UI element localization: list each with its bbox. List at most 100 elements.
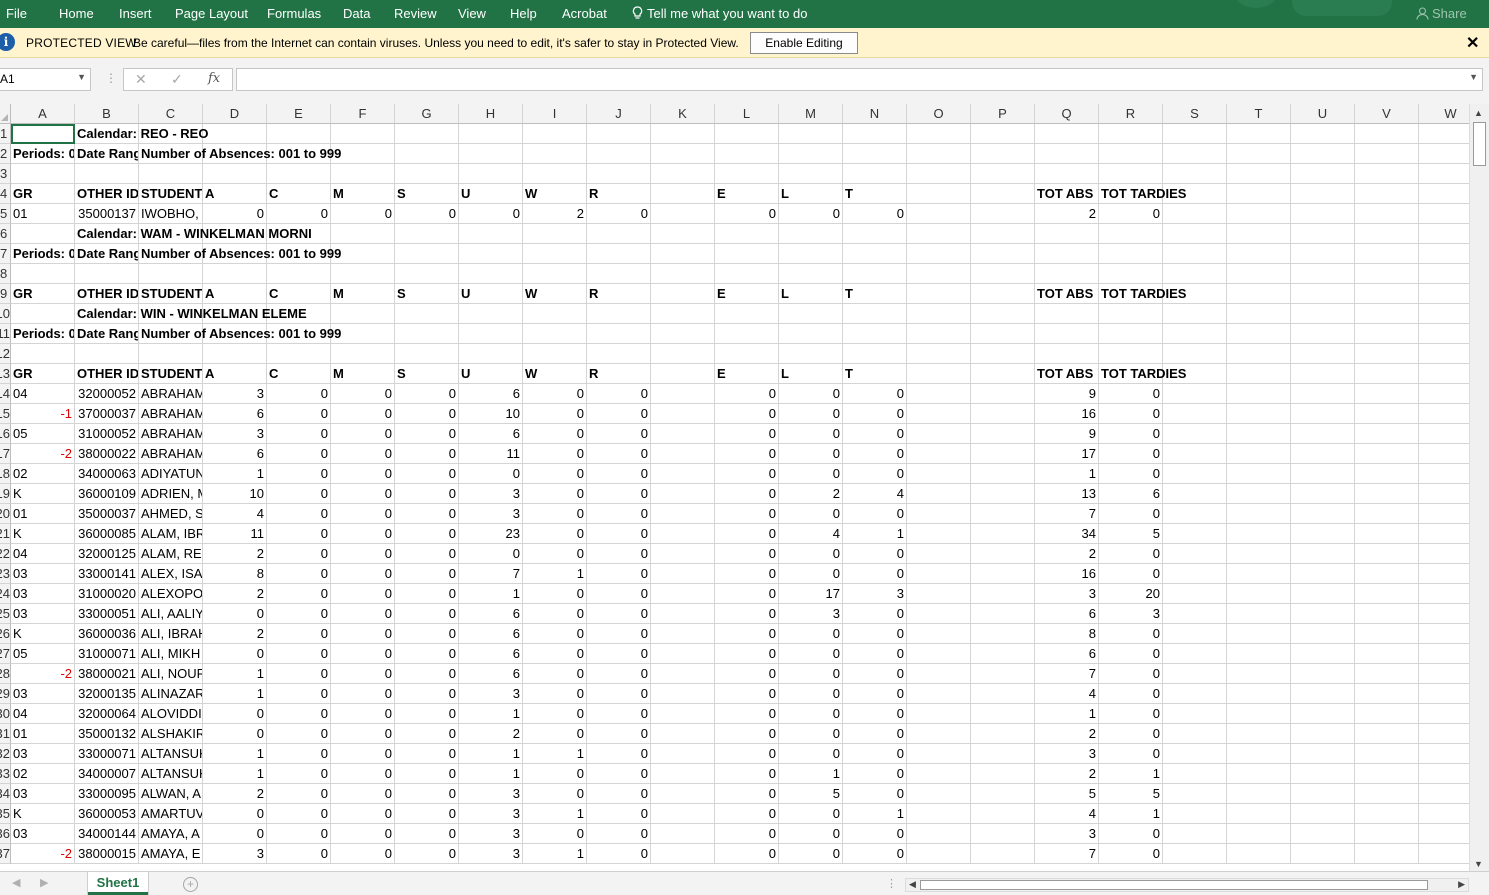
cell-U24[interactable] bbox=[1291, 584, 1355, 604]
cell-K3[interactable] bbox=[651, 164, 715, 184]
cell-D26[interactable]: 2 bbox=[203, 624, 267, 644]
cell-U4[interactable] bbox=[1291, 184, 1355, 204]
cell-H2[interactable] bbox=[459, 144, 523, 164]
scroll-up-icon[interactable]: ▲ bbox=[1474, 108, 1483, 118]
cell-H27[interactable]: 6 bbox=[459, 644, 523, 664]
cell-J10[interactable] bbox=[587, 304, 651, 324]
cell-P3[interactable] bbox=[971, 164, 1035, 184]
vertical-scroll-thumb[interactable] bbox=[1473, 122, 1486, 166]
cell-R23[interactable]: 0 bbox=[1099, 564, 1163, 584]
cell-L13[interactable]: E bbox=[715, 364, 779, 384]
cell-O7[interactable] bbox=[907, 244, 971, 264]
cell-L16[interactable]: 0 bbox=[715, 424, 779, 444]
cell-K11[interactable] bbox=[651, 324, 715, 344]
row-header[interactable]: 7 bbox=[0, 244, 11, 264]
cell-I12[interactable] bbox=[523, 344, 587, 364]
cell-P25[interactable] bbox=[971, 604, 1035, 624]
cell-G20[interactable]: 0 bbox=[395, 504, 459, 524]
cell-J6[interactable] bbox=[587, 224, 651, 244]
cell-U21[interactable] bbox=[1291, 524, 1355, 544]
cell-C20[interactable]: AHMED, S bbox=[139, 504, 203, 524]
cell-O31[interactable] bbox=[907, 724, 971, 744]
cell-R33[interactable]: 1 bbox=[1099, 764, 1163, 784]
cell-O3[interactable] bbox=[907, 164, 971, 184]
cell-B7[interactable]: Date Rang bbox=[75, 244, 139, 264]
cell-Q27[interactable]: 6 bbox=[1035, 644, 1099, 664]
cell-W4[interactable] bbox=[1419, 184, 1469, 204]
cell-N34[interactable]: 0 bbox=[843, 784, 907, 804]
cell-J36[interactable]: 0 bbox=[587, 824, 651, 844]
cell-E31[interactable]: 0 bbox=[267, 724, 331, 744]
cell-F29[interactable]: 0 bbox=[331, 684, 395, 704]
cell-A3[interactable] bbox=[11, 164, 75, 184]
cell-M4[interactable]: L bbox=[779, 184, 843, 204]
cell-N4[interactable]: T bbox=[843, 184, 907, 204]
tell-me-search[interactable]: Tell me what you want to do bbox=[632, 6, 807, 21]
cell-C33[interactable]: ALTANSUK bbox=[139, 764, 203, 784]
cell-B29[interactable]: 32000135 bbox=[75, 684, 139, 704]
row-header[interactable]: 37 bbox=[0, 844, 11, 864]
cell-M15[interactable]: 0 bbox=[779, 404, 843, 424]
cell-M20[interactable]: 0 bbox=[779, 504, 843, 524]
cell-D17[interactable]: 6 bbox=[203, 444, 267, 464]
cell-D30[interactable]: 0 bbox=[203, 704, 267, 724]
cell-J24[interactable]: 0 bbox=[587, 584, 651, 604]
cell-I9[interactable]: W bbox=[523, 284, 587, 304]
cell-E24[interactable]: 0 bbox=[267, 584, 331, 604]
cell-O5[interactable] bbox=[907, 204, 971, 224]
cell-E23[interactable]: 0 bbox=[267, 564, 331, 584]
cell-E29[interactable]: 0 bbox=[267, 684, 331, 704]
cell-F32[interactable]: 0 bbox=[331, 744, 395, 764]
cell-O2[interactable] bbox=[907, 144, 971, 164]
cell-U28[interactable] bbox=[1291, 664, 1355, 684]
cell-G5[interactable]: 0 bbox=[395, 204, 459, 224]
cell-Q26[interactable]: 8 bbox=[1035, 624, 1099, 644]
cell-H17[interactable]: 11 bbox=[459, 444, 523, 464]
cell-N35[interactable]: 1 bbox=[843, 804, 907, 824]
cell-M34[interactable]: 5 bbox=[779, 784, 843, 804]
cell-W36[interactable] bbox=[1419, 824, 1469, 844]
cell-O8[interactable] bbox=[907, 264, 971, 284]
cell-E33[interactable]: 0 bbox=[267, 764, 331, 784]
cell-H8[interactable] bbox=[459, 264, 523, 284]
cell-P13[interactable] bbox=[971, 364, 1035, 384]
cell-B14[interactable]: 32000052 bbox=[75, 384, 139, 404]
cell-A33[interactable]: 02 bbox=[11, 764, 75, 784]
cell-N33[interactable]: 0 bbox=[843, 764, 907, 784]
cell-Q8[interactable] bbox=[1035, 264, 1099, 284]
cell-H10[interactable] bbox=[459, 304, 523, 324]
cell-C22[interactable]: ALAM, REI bbox=[139, 544, 203, 564]
cell-E37[interactable]: 0 bbox=[267, 844, 331, 864]
cell-M32[interactable]: 0 bbox=[779, 744, 843, 764]
cell-C36[interactable]: AMAYA, A bbox=[139, 824, 203, 844]
column-header[interactable]: H bbox=[459, 104, 523, 124]
cell-C21[interactable]: ALAM, IBR bbox=[139, 524, 203, 544]
cell-M17[interactable]: 0 bbox=[779, 444, 843, 464]
cell-W8[interactable] bbox=[1419, 264, 1469, 284]
column-header[interactable]: E bbox=[267, 104, 331, 124]
cell-S30[interactable] bbox=[1163, 704, 1227, 724]
cell-L26[interactable]: 0 bbox=[715, 624, 779, 644]
cell-P21[interactable] bbox=[971, 524, 1035, 544]
cell-U9[interactable] bbox=[1291, 284, 1355, 304]
cell-N11[interactable] bbox=[843, 324, 907, 344]
cell-F25[interactable]: 0 bbox=[331, 604, 395, 624]
row-header[interactable]: 15 bbox=[0, 404, 11, 424]
cell-Q32[interactable]: 3 bbox=[1035, 744, 1099, 764]
cell-J23[interactable]: 0 bbox=[587, 564, 651, 584]
cell-U14[interactable] bbox=[1291, 384, 1355, 404]
cell-C12[interactable] bbox=[139, 344, 203, 364]
cell-D36[interactable]: 0 bbox=[203, 824, 267, 844]
cell-E26[interactable]: 0 bbox=[267, 624, 331, 644]
cell-M24[interactable]: 17 bbox=[779, 584, 843, 604]
cell-A17[interactable]: -2 bbox=[11, 444, 75, 464]
cell-T36[interactable] bbox=[1227, 824, 1291, 844]
cell-W19[interactable] bbox=[1419, 484, 1469, 504]
cell-M7[interactable] bbox=[779, 244, 843, 264]
cell-J8[interactable] bbox=[587, 264, 651, 284]
cell-B15[interactable]: 37000037 bbox=[75, 404, 139, 424]
cell-I4[interactable]: W bbox=[523, 184, 587, 204]
cell-O13[interactable] bbox=[907, 364, 971, 384]
cell-T18[interactable] bbox=[1227, 464, 1291, 484]
cell-I11[interactable] bbox=[523, 324, 587, 344]
